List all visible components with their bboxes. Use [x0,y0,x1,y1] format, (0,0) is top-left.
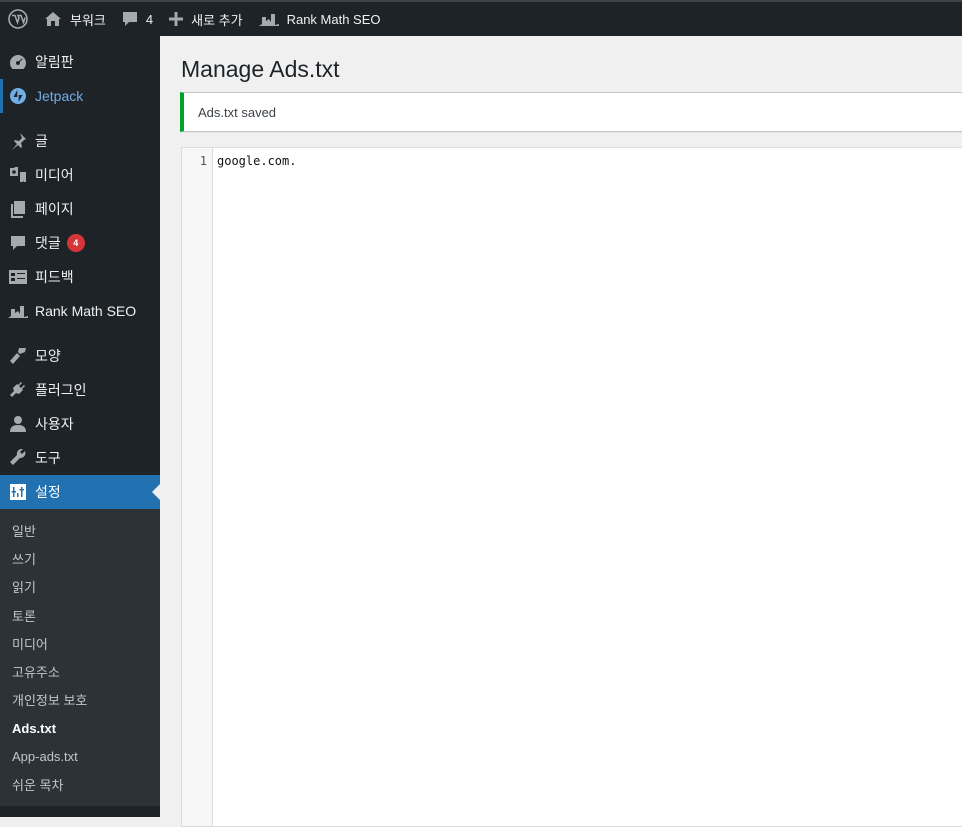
wp-logo-button[interactable] [0,2,36,36]
menu-label: 사용자 [35,416,74,432]
site-name: 부워크 [70,12,106,28]
jetpack-icon [8,86,28,106]
menu-label: 피드백 [35,269,74,285]
code-area[interactable]: google.com. [213,148,962,826]
pin-icon [8,131,28,151]
menu-item-rank-math[interactable]: Rank Math SEO [0,294,160,328]
submenu-item-discussion[interactable]: 토론 [0,601,160,629]
menu-item-settings[interactable]: 설정 [0,475,160,509]
menu-label: 페이지 [35,201,74,217]
menu-label: 설정 [35,484,61,500]
menu-item-media[interactable]: 미디어 [0,158,160,192]
home-icon [45,12,61,26]
menu-item-tools[interactable]: 도구 [0,441,160,475]
menu-item-jetpack[interactable]: Jetpack [0,79,160,113]
menu-label: 댓글 [35,235,61,251]
submenu-item-media[interactable]: 미디어 [0,629,160,657]
feedback-icon [8,267,28,287]
dashboard-icon [8,52,28,72]
appearance-icon [8,346,28,366]
settings-submenu: 일반 쓰기 읽기 토론 미디어 고유주소 개인정보 보호 Ads.txt App… [0,509,160,806]
submenu-item-reading[interactable]: 읽기 [0,573,160,601]
wordpress-icon [8,9,28,29]
submenu-item-permalinks[interactable]: 고유주소 [0,657,160,685]
plugins-icon [8,380,28,400]
menu-item-comments[interactable]: 댓글 4 [0,226,160,260]
menu-label: 알림판 [35,54,74,70]
tools-icon [8,448,28,468]
menu-item-pages[interactable]: 페이지 [0,192,160,226]
submenu-item-easy-toc[interactable]: 쉬운 목차 [0,771,160,799]
rank-math-icon [8,301,28,321]
comments-badge: 4 [66,234,85,252]
pages-icon [8,199,28,219]
menu-item-posts[interactable]: 글 [0,124,160,158]
users-icon [8,414,28,434]
submenu-item-ads-txt[interactable]: Ads.txt [0,714,160,742]
menu-label: Jetpack [35,88,84,104]
notice-text: Ads.txt saved [198,104,277,120]
main-content: Manage Ads.txt Ads.txt saved 1 google.co… [160,36,962,827]
rank-math-icon [258,14,279,26]
menu-item-feedback[interactable]: 피드백 [0,260,160,294]
new-label: 새로 추가 [191,12,243,28]
menu-label: 모양 [35,348,61,364]
submenu-item-app-ads-txt[interactable]: App-ads.txt [0,742,160,770]
menu-label: 미디어 [35,167,74,183]
ads-txt-editor[interactable]: 1 google.com. [181,147,962,827]
rank-math-link[interactable]: Rank Math SEO [251,2,389,36]
admin-sidebar: 알림판 Jetpack 글 미디어 페이지 댓글 4 피드백 Rank Math… [0,36,160,817]
menu-label: 플러그인 [35,382,87,398]
menu-item-plugins[interactable]: 플러그인 [0,373,160,407]
comment-icon [122,12,137,26]
comments-icon [8,233,28,253]
submenu-item-privacy[interactable]: 개인정보 보호 [0,686,160,714]
menu-item-appearance[interactable]: 모양 [0,339,160,373]
page-title: Manage Ads.txt [181,56,340,82]
new-content-link[interactable]: 새로 추가 [161,2,250,36]
comments-link[interactable]: 4 [114,2,161,36]
menu-label: 도구 [35,450,61,466]
settings-icon [8,482,28,502]
media-icon [8,165,28,185]
admin-bar: 부워크 4 새로 추가 Rank Math SEO [0,0,962,36]
line-number-gutter: 1 [182,148,213,826]
success-notice: Ads.txt saved [180,92,962,132]
menu-label: Rank Math SEO [35,303,137,319]
line-number: 1 [199,154,207,168]
menu-item-users[interactable]: 사용자 [0,407,160,441]
submenu-item-writing[interactable]: 쓰기 [0,544,160,572]
menu-item-dashboard[interactable]: 알림판 [0,45,160,79]
site-name-link[interactable]: 부워크 [36,2,114,36]
menu-label: 글 [35,133,48,149]
code-line: google.com. [217,154,297,168]
plus-icon [169,12,184,26]
rank-math-label: Rank Math SEO [286,11,381,27]
submenu-item-general[interactable]: 일반 [0,516,160,544]
comments-count: 4 [145,11,154,27]
